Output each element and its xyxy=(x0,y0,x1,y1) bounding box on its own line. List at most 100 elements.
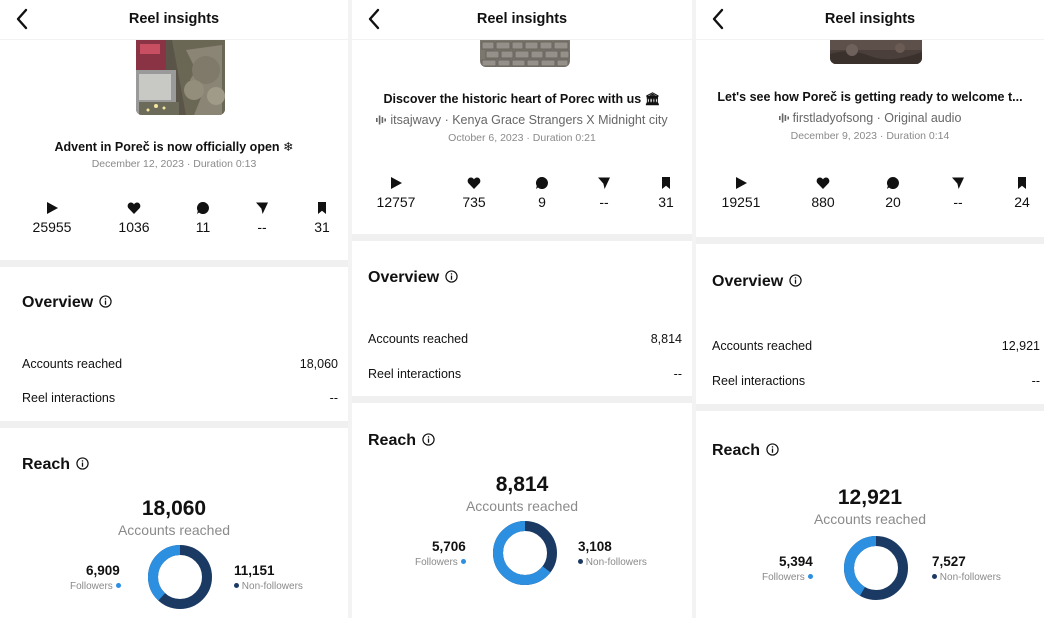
section-divider xyxy=(696,237,1044,244)
info-icon[interactable] xyxy=(76,457,89,470)
insights-screen-advent: Reel insights Advent in Poreč is now off… xyxy=(0,0,348,618)
saves-count: 24 xyxy=(1014,194,1030,210)
non-followers-label: Non-followers xyxy=(585,557,647,568)
bookmark-icon xyxy=(662,177,670,189)
reach-heading: Reach xyxy=(368,432,435,450)
accounts-reached-label: Accounts reached xyxy=(712,339,813,353)
plays-count: 25955 xyxy=(32,219,72,235)
reach-label: Reach xyxy=(22,456,71,473)
reel-audio-text: itsajwavy · Kenya Grace Strangers X Midn… xyxy=(390,113,668,127)
reel-interactions-label: Reel interactions xyxy=(368,367,462,381)
section-divider xyxy=(0,260,348,267)
reel-interactions-label: Reel interactions xyxy=(712,374,806,388)
insights-screen-getting-ready: Reel insights Let's see how Poreč is get… xyxy=(696,0,1044,618)
info-icon[interactable] xyxy=(766,443,779,456)
info-icon[interactable] xyxy=(422,433,435,446)
info-icon[interactable] xyxy=(99,295,112,308)
reach-donut-chart xyxy=(493,521,557,585)
reel-date-duration: December 9, 2023 · Duration 0:14 xyxy=(790,130,950,142)
section-divider xyxy=(352,396,692,403)
reach-heading: Reach xyxy=(712,442,779,460)
send-icon xyxy=(256,202,268,214)
accounts-reached-value: 12,921 xyxy=(1001,339,1040,353)
reach-label: Reach xyxy=(368,432,417,449)
section-divider xyxy=(352,234,692,241)
reel-title: Let's see how Poreč is getting ready to … xyxy=(717,90,1023,104)
shares-stat: -- xyxy=(923,174,993,210)
accounts-reached-value: 8,814 xyxy=(650,332,682,346)
reach-total-label: Accounts reached xyxy=(465,498,579,514)
accounts-reached-label: Accounts reached xyxy=(368,332,469,346)
followers-legend: Followers xyxy=(762,572,813,583)
non-followers-dot xyxy=(932,574,937,579)
reach-heading: Reach xyxy=(22,456,89,474)
saves-stat: 24 xyxy=(987,174,1044,210)
bookmark-icon xyxy=(1018,177,1026,189)
info-icon[interactable] xyxy=(789,274,802,287)
reach-donut-chart xyxy=(844,536,908,600)
reach-total: 12,921 xyxy=(837,486,903,509)
overview-heading: Overview xyxy=(22,294,112,312)
page-title: Reel insights xyxy=(476,11,568,27)
reel-date-duration: December 12, 2023 · Duration 0:13 xyxy=(91,158,257,170)
play-icon xyxy=(736,177,747,189)
reel-thumbnail[interactable] xyxy=(830,40,922,64)
non-followers-dot xyxy=(578,559,583,564)
reach-total: 18,060 xyxy=(141,497,207,520)
accounts-reached-value: 18,060 xyxy=(299,357,338,371)
comment-icon xyxy=(886,177,899,189)
plays-count: 12757 xyxy=(376,194,416,210)
header: Reel insights xyxy=(0,0,348,40)
engagement-stats: 19251 880 20 -- 24 xyxy=(696,174,1044,224)
followers-dot xyxy=(807,574,813,579)
page-title: Reel insights xyxy=(128,11,220,27)
plays-stat: 25955 xyxy=(17,199,87,235)
followers-label: Followers xyxy=(415,557,458,568)
reel-interactions-value: -- xyxy=(329,391,338,405)
send-icon xyxy=(598,177,610,189)
non-followers-legend: Non-followers xyxy=(932,572,1001,583)
followers-value: 5,394 xyxy=(779,554,813,569)
info-icon[interactable] xyxy=(445,270,458,283)
heart-icon xyxy=(127,202,141,214)
shares-stat: -- xyxy=(569,174,639,210)
reel-audio-text: firstladyofsong · Original audio xyxy=(792,111,962,125)
heart-icon xyxy=(467,177,481,189)
followers-dot xyxy=(460,559,466,564)
reel-thumbnail[interactable] xyxy=(136,40,225,115)
audio-wave-icon xyxy=(376,115,387,125)
non-followers-dot xyxy=(234,583,239,588)
saves-count: 31 xyxy=(314,219,330,235)
header: Reel insights xyxy=(696,0,1044,40)
comments-count: 20 xyxy=(885,194,901,210)
screens-container: Reel insights Advent in Poreč is now off… xyxy=(0,0,1044,618)
comments-count: 9 xyxy=(538,194,546,210)
non-followers-value: 3,108 xyxy=(578,539,612,554)
heart-icon xyxy=(816,177,830,189)
saves-count: 31 xyxy=(658,194,674,210)
plays-count: 19251 xyxy=(721,194,761,210)
likes-count: 735 xyxy=(462,194,486,210)
non-followers-legend: Non-followers xyxy=(578,557,647,568)
reel-interactions-value: -- xyxy=(1031,374,1040,388)
reel-date-duration: October 6, 2023 · Duration 0:21 xyxy=(448,132,596,144)
comments-stat: 20 xyxy=(858,174,928,210)
plays-stat: 19251 xyxy=(706,174,776,210)
reel-thumbnail[interactable] xyxy=(480,40,570,67)
likes-count: 880 xyxy=(811,194,835,210)
section-divider xyxy=(0,421,348,428)
reel-title: Discover the historic heart of Porec wit… xyxy=(383,92,661,106)
reach-total-label: Accounts reached xyxy=(813,511,927,527)
followers-value: 6,909 xyxy=(86,563,120,578)
accounts-reached-label: Accounts reached xyxy=(22,357,123,371)
overview-label: Overview xyxy=(712,273,784,290)
non-followers-value: 7,527 xyxy=(932,554,966,569)
play-icon xyxy=(391,177,402,189)
reel-interactions-label: Reel interactions xyxy=(22,391,116,405)
shares-count: -- xyxy=(599,194,609,210)
bookmark-icon xyxy=(318,202,326,214)
followers-label: Followers xyxy=(70,581,113,592)
reach-label: Reach xyxy=(712,442,761,459)
non-followers-label: Non-followers xyxy=(241,581,303,592)
likes-stat: 880 xyxy=(788,174,858,210)
